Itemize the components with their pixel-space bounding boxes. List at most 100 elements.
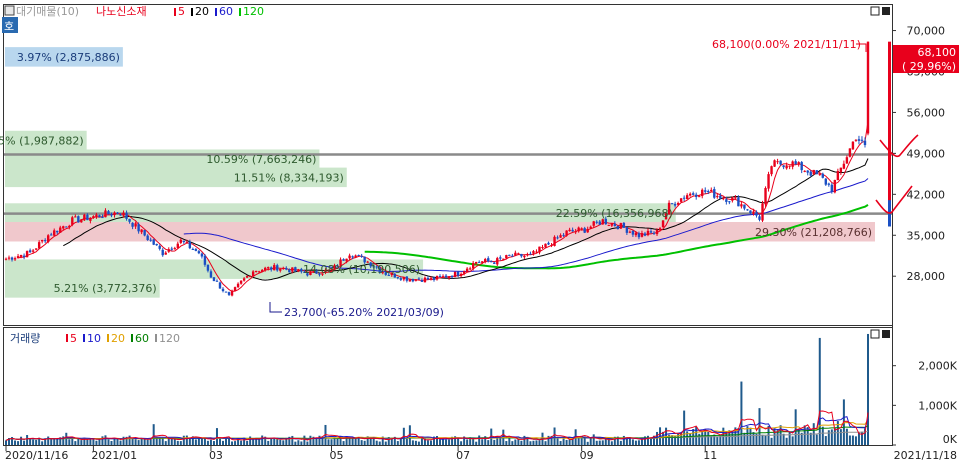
volume-bar (306, 441, 309, 445)
candle-body (496, 258, 499, 265)
candle-body (535, 251, 538, 253)
volume-bar (532, 440, 535, 445)
volume-profile-label: 5.21% (3,772,376) (54, 282, 157, 295)
volume-bar (41, 441, 44, 445)
volume-bar (662, 431, 665, 445)
candle-body (752, 211, 755, 214)
candle-body (212, 277, 216, 282)
volume-bar (53, 439, 56, 445)
volume-bar (414, 440, 417, 445)
volume-bar (170, 438, 173, 445)
volume-bar (487, 440, 490, 445)
candle-body (345, 258, 348, 262)
candle-body (734, 197, 737, 199)
volume-profile-bars (5, 47, 875, 298)
volume-bar (378, 441, 381, 445)
candle-body (658, 228, 662, 231)
candle-body (267, 267, 270, 269)
candle-body (242, 278, 246, 281)
volume-bar (535, 440, 538, 445)
ma-legend-label: 120 (243, 5, 264, 18)
candle-body (809, 171, 812, 176)
candle-body (803, 170, 806, 172)
volume-bar (26, 435, 29, 445)
volume-bar (47, 436, 50, 445)
candle-body (59, 227, 62, 233)
volume-indicator-label: 거래량 (10, 332, 40, 345)
volume-close-icon[interactable] (882, 330, 890, 338)
candle-body (785, 165, 788, 169)
volume-bar (303, 435, 306, 445)
candle-body (357, 255, 360, 257)
candle-body (149, 239, 152, 241)
volume-bar (152, 424, 155, 445)
candle-body (574, 231, 577, 233)
candle-body (122, 212, 125, 216)
volume-bar (562, 438, 565, 445)
candle-body (854, 139, 858, 141)
maximize-icon[interactable] (870, 6, 880, 16)
candle-body (836, 171, 840, 181)
volume-bar (14, 440, 17, 445)
volume-bar (429, 440, 432, 445)
volume-bar (770, 437, 773, 445)
volume-bar (839, 429, 842, 445)
candle-body (773, 160, 776, 167)
volume-bar (143, 439, 146, 445)
candle-body (257, 271, 261, 273)
candle-body (532, 251, 535, 254)
volume-bar (782, 433, 785, 445)
volume-bar (29, 439, 32, 445)
volume-bar (200, 438, 203, 445)
volume-bar (845, 428, 848, 445)
volume-bar (707, 431, 710, 445)
time-tick-label: 11 (703, 449, 717, 462)
ma-legend-swatch (239, 8, 241, 16)
candle-body (273, 265, 276, 271)
candle-body (788, 165, 791, 167)
candle-body (538, 246, 541, 253)
candle-body (592, 221, 595, 226)
price-tick-label: 49,000 (907, 147, 946, 160)
candle-body (402, 276, 406, 280)
candle-body (508, 254, 511, 256)
volume-bar (493, 439, 496, 445)
volume-bar (445, 439, 448, 445)
candle-body (209, 271, 213, 278)
candle-body (640, 233, 644, 237)
volume-bar (634, 440, 637, 445)
low-annotation-arrow (269, 302, 282, 313)
volume-bar (140, 438, 143, 445)
volume-bar (417, 441, 420, 445)
candle-body (673, 203, 677, 206)
collapse-icon[interactable] (4, 5, 15, 16)
volume-bar (598, 440, 601, 445)
volume-bar (182, 435, 185, 445)
candle-body (447, 276, 451, 279)
volume-maximize-icon[interactable] (870, 329, 880, 339)
price-tick-label: 35,000 (907, 229, 946, 242)
candle-body (468, 268, 472, 270)
candle-body (396, 277, 400, 279)
candle-body (625, 227, 629, 233)
candle-body (188, 241, 192, 249)
volume-bar (785, 437, 788, 445)
volume-bar (315, 438, 318, 445)
candle-body (137, 224, 140, 232)
candle-body (764, 188, 767, 205)
candle-body (643, 233, 647, 236)
candle-body (860, 139, 864, 141)
candle-body (83, 214, 86, 221)
candle-body (194, 249, 198, 251)
candle-body (230, 290, 234, 296)
candle-body (794, 161, 797, 165)
time-tick-label: 07 (456, 449, 470, 462)
close-icon[interactable] (882, 7, 890, 15)
left-badge[interactable]: 호 (4, 20, 14, 33)
volume-bar (514, 439, 517, 445)
candle-body (670, 203, 674, 205)
candle-body (691, 193, 695, 195)
candle-body (215, 280, 219, 282)
candle-body (342, 259, 345, 261)
volume-bar (5, 440, 7, 445)
